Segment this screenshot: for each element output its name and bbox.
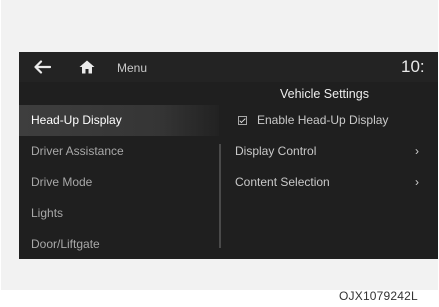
panel-title: Vehicle Settings [280, 87, 369, 101]
top-bar: Menu 10: [19, 52, 438, 82]
sidebar-item-lights[interactable]: Lights [19, 198, 219, 229]
display-control-label: Display Control [235, 144, 317, 158]
panel-divider [219, 144, 221, 248]
content-selection-item[interactable]: Content Selection › [235, 167, 435, 198]
screenshot-frame: Menu 10: Vehicle Settings Head-Up Displa… [1, 0, 438, 290]
sidebar-item-head-up-display[interactable]: Head-Up Display [19, 105, 219, 136]
menu-label[interactable]: Menu [117, 61, 147, 75]
figure-code: OJX1079242L [339, 289, 418, 303]
sidebar-item-driver-assistance[interactable]: Driver Assistance [19, 136, 219, 167]
settings-panel: Enable Head-Up Display Display Control ›… [235, 105, 435, 198]
enable-hud-option[interactable]: Enable Head-Up Display [235, 105, 435, 136]
sidebar-item-door-liftgate[interactable]: Door/Liftgate [19, 229, 219, 259]
chevron-right-icon: › [415, 144, 419, 158]
sidebar-item-drive-mode[interactable]: Drive Mode [19, 167, 219, 198]
sidebar: Head-Up Display Driver Assistance Drive … [19, 105, 219, 259]
clock: 10: [401, 57, 425, 76]
back-arrow-icon[interactable] [33, 60, 51, 74]
home-icon[interactable] [79, 60, 95, 74]
chevron-right-icon: › [415, 175, 419, 189]
enable-hud-label: Enable Head-Up Display [257, 113, 389, 127]
display-control-item[interactable]: Display Control › [235, 136, 435, 167]
content-selection-label: Content Selection [235, 175, 330, 189]
enable-hud-checkbox[interactable] [238, 116, 247, 125]
infotainment-screen: Menu 10: Vehicle Settings Head-Up Displa… [19, 52, 438, 259]
